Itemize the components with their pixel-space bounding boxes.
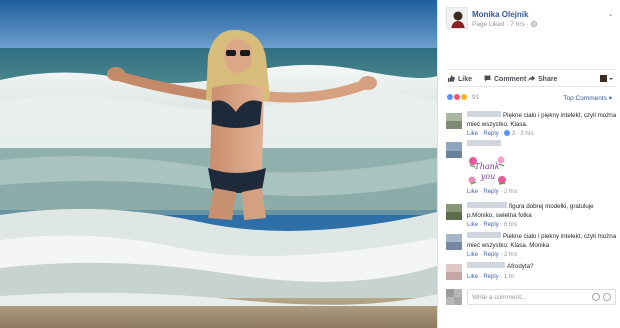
comment-composer: Write a comment... xyxy=(446,288,616,306)
reaction-count: 91 xyxy=(472,94,480,101)
beach-photo xyxy=(0,0,437,328)
commenter-name-blurred[interactable] xyxy=(467,262,505,268)
post-meta: Page Liked · 7 hrs · xyxy=(472,21,537,28)
share-as-avatar-icon[interactable] xyxy=(600,74,614,83)
post-header: Monika Olejnik Page Liked · 7 hrs · ⌄ xyxy=(446,7,616,33)
comment-reply-link[interactable]: Reply xyxy=(483,131,498,137)
comment-body: Piękne ciało i piękny intelekt, czyli mo… xyxy=(467,111,617,139)
comment-actions: Like · Reply · 1 hr xyxy=(467,273,515,280)
comment-like-link[interactable]: Like xyxy=(467,189,478,195)
wow-reaction-icon xyxy=(460,93,468,101)
like-button[interactable]: Like xyxy=(448,75,472,83)
composer-icons xyxy=(589,293,611,303)
comment-actions: Like · Reply · 3 · 3 hrs xyxy=(467,130,534,138)
comment-time: 2 hrs xyxy=(504,252,518,259)
comment-time: 3 hrs xyxy=(520,131,534,138)
post-photo[interactable] xyxy=(0,0,437,328)
current-user-avatar[interactable] xyxy=(446,289,462,305)
post-meta-text: Page Liked · 7 hrs · xyxy=(472,21,529,28)
comment-actions: Like · Reply · 2 hrs xyxy=(467,252,518,259)
commenter-avatar[interactable] xyxy=(446,264,462,280)
share-button[interactable]: Share xyxy=(528,75,557,83)
top-comments-dropdown[interactable]: Top Comments ▾ xyxy=(563,94,612,102)
comment-reply-link[interactable]: Reply xyxy=(483,189,498,195)
share-label: Share xyxy=(538,76,558,83)
commenter-name-blurred[interactable] xyxy=(467,111,501,117)
commenter-avatar[interactable] xyxy=(446,142,462,158)
commenter-avatar[interactable] xyxy=(446,113,462,129)
comment-body: Thank you Like · Reply · 2 hrs xyxy=(467,140,617,196)
author-name[interactable]: Monika Olejnik xyxy=(472,10,528,19)
thumbs-up-icon xyxy=(448,75,455,82)
comment-reaction-count[interactable]: 3 xyxy=(512,131,515,137)
thank-you-sticker[interactable]: Thank you xyxy=(467,153,507,187)
post-panel: Monika Olejnik Page Liked · 7 hrs · ⌄ Li… xyxy=(437,0,620,328)
commenter-name-blurred[interactable] xyxy=(467,232,501,238)
comment-actions: Like · Reply · 2 hrs xyxy=(467,188,518,195)
comment-like-link[interactable]: Like xyxy=(467,222,478,228)
sticker-text-line2: you xyxy=(480,172,496,181)
reactions-summary[interactable]: 91 Top Comments ▾ xyxy=(446,92,616,104)
globe-icon xyxy=(530,21,537,28)
sticker-text-line1: Thank xyxy=(474,162,499,171)
action-bar: Like Comment Share xyxy=(446,69,616,87)
comment-time: 1 hr xyxy=(504,273,515,280)
comment-input[interactable]: Write a comment... xyxy=(467,289,616,305)
comment-reply-link[interactable]: Reply xyxy=(483,222,498,228)
comment-actions: Like · Reply · 6 hrs xyxy=(467,222,518,229)
thumbs-up-icon xyxy=(504,130,511,137)
comment-text: Afrodyta? xyxy=(507,263,534,270)
commenter-name-blurred[interactable] xyxy=(467,202,507,208)
comment-body: figura dobrej modelki, gratuluje p.Monik… xyxy=(467,202,617,230)
comment-label: Comment xyxy=(494,76,527,83)
author-avatar[interactable] xyxy=(446,7,468,29)
comment-button[interactable]: Comment xyxy=(484,75,526,83)
commenter-name-blurred[interactable] xyxy=(467,140,501,146)
comment-input-placeholder: Write a comment... xyxy=(472,294,527,301)
emoji-icon[interactable] xyxy=(592,293,600,301)
comment-reply-link[interactable]: Reply xyxy=(483,274,498,280)
comment-body: Piekne ciało i piekny intelekt, czyli mo… xyxy=(467,232,617,260)
chevron-down-icon[interactable]: ⌄ xyxy=(607,9,614,18)
commenter-avatar[interactable] xyxy=(446,204,462,220)
comment-like-link[interactable]: Like xyxy=(467,252,478,258)
comment-time: 6 hrs xyxy=(504,222,518,229)
commenter-avatar[interactable] xyxy=(446,234,462,250)
share-icon xyxy=(528,75,535,82)
comment-reply-link[interactable]: Reply xyxy=(483,252,498,258)
comment-icon xyxy=(484,75,491,82)
comment-body: Afrodyta? Like · Reply · 1 hr xyxy=(467,262,617,281)
like-label: Like xyxy=(458,76,473,83)
comment-time: 2 hrs xyxy=(504,188,518,195)
camera-icon[interactable] xyxy=(603,293,611,301)
comment-like-link[interactable]: Like xyxy=(467,131,478,137)
comment-like-link[interactable]: Like xyxy=(467,274,478,280)
